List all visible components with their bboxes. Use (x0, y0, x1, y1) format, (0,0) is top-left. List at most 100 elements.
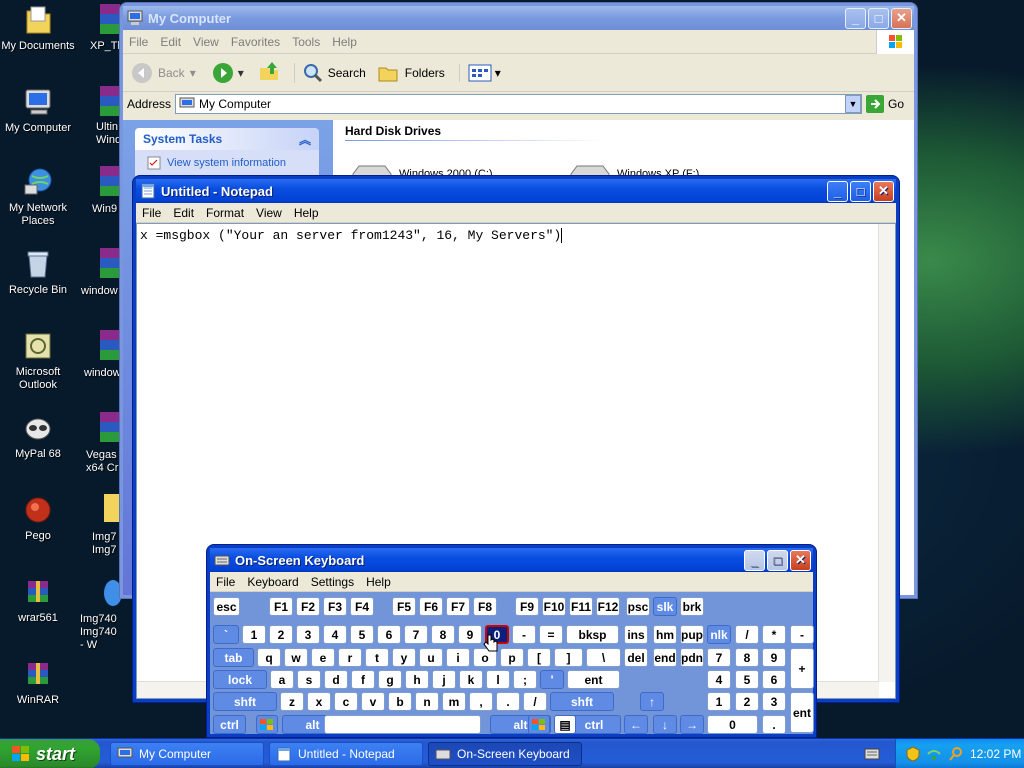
key-symbol[interactable]: ; (513, 670, 537, 689)
key-q[interactable]: q (257, 648, 281, 667)
title-bar[interactable]: Untitled - Notepad _ □ ✕ (136, 179, 896, 203)
key-8[interactable]: 8 (735, 648, 759, 667)
desktop-icon-partial[interactable]: window (81, 285, 121, 298)
clock[interactable]: 12:02 PM (970, 747, 1021, 761)
key-symbol[interactable]: ] (554, 648, 583, 667)
key-4[interactable]: 4 (707, 670, 731, 689)
maximize-button[interactable]: □ (767, 549, 788, 571)
key-symbol[interactable]: = (539, 625, 563, 644)
key-shft[interactable]: shft (550, 692, 614, 711)
key-symbol[interactable]: + (790, 648, 814, 689)
key-j[interactable]: j (432, 670, 456, 689)
desktop-icon-mypal[interactable]: MyPal 68 (0, 412, 76, 461)
key-r[interactable]: r (338, 648, 362, 667)
minimize-button[interactable]: _ (744, 549, 765, 571)
key-9[interactable]: 9 (458, 625, 482, 644)
key-c[interactable]: c (334, 692, 358, 711)
key-symbol[interactable]: / (523, 692, 547, 711)
search-tray-icon[interactable] (948, 746, 964, 762)
menu-view[interactable]: View (250, 206, 288, 220)
desktop-icon-winrar[interactable]: WinRAR (0, 658, 76, 707)
desktop-icon-pego[interactable]: Pego (0, 494, 76, 543)
key-hm[interactable]: hm (653, 625, 677, 644)
desktop-icon-partial[interactable]: Ultin Windo (96, 121, 120, 147)
menu-key[interactable]: ▤ (554, 715, 576, 734)
on-screen-keyboard-window[interactable]: On-Screen Keyboard _ □ ✕ File Keyboard S… (207, 545, 816, 737)
menu-file[interactable]: File (136, 206, 167, 220)
up-folder-button[interactable] (258, 60, 280, 85)
key-shft[interactable]: shft (213, 692, 277, 711)
key-F12[interactable]: F12 (596, 597, 620, 616)
key-symbol[interactable]: ` (213, 625, 239, 644)
key-u[interactable]: u (419, 648, 443, 667)
windows-key-right[interactable] (528, 715, 550, 734)
desktop-icon-partial[interactable]: window (84, 367, 121, 380)
desktop-icon-partial[interactable]: Img7 Img7 (92, 531, 121, 557)
key-lock[interactable]: lock (213, 670, 267, 689)
maximize-button[interactable]: □ (850, 180, 871, 202)
key-F4[interactable]: F4 (350, 597, 374, 616)
forward-button[interactable]: ▾ (212, 62, 244, 84)
menu-format[interactable]: Format (200, 206, 250, 220)
key-m[interactable]: m (442, 692, 466, 711)
key-pup[interactable]: pup (680, 625, 704, 644)
key-symbol[interactable]: → (680, 715, 704, 734)
key-ent[interactable]: ent (567, 670, 620, 689)
address-input[interactable]: My Computer ▼ (175, 94, 862, 114)
key-F2[interactable]: F2 (296, 597, 320, 616)
key-symbol[interactable]: ← (624, 715, 648, 734)
menu-edit[interactable]: Edit (154, 35, 187, 49)
desktop-icon-recycle-bin[interactable]: Recycle Bin (0, 248, 76, 297)
menu-help[interactable]: Help (360, 575, 397, 589)
back-button[interactable]: Back ▾ (131, 62, 196, 84)
desktop-icon-partial[interactable]: Vegas x64 Cr (86, 449, 121, 475)
menu-help[interactable]: Help (326, 35, 363, 49)
key-0[interactable]: 0 (707, 715, 758, 734)
key-F3[interactable]: F3 (323, 597, 347, 616)
views-button[interactable]: ▾ (458, 63, 501, 82)
key-f[interactable]: f (351, 670, 375, 689)
key-4[interactable]: 4 (323, 625, 347, 644)
security-shield-icon[interactable] (906, 746, 920, 762)
menu-keyboard[interactable]: Keyboard (241, 575, 304, 589)
close-button[interactable]: ✕ (873, 180, 894, 202)
key-p[interactable]: p (500, 648, 524, 667)
menu-file[interactable]: File (210, 575, 241, 589)
title-bar[interactable]: On-Screen Keyboard _ □ ✕ (210, 548, 813, 572)
key-7[interactable]: 7 (707, 648, 731, 667)
key-symbol[interactable]: \ (586, 648, 621, 667)
menu-file[interactable]: File (123, 35, 154, 49)
go-button[interactable]: Go (865, 95, 910, 113)
desktop-icon-partial[interactable]: XP_Th (90, 40, 120, 53)
key-symbol[interactable]: ' (540, 670, 564, 689)
key-ins[interactable]: ins (624, 625, 648, 644)
key-F5[interactable]: F5 (392, 597, 416, 616)
key-symbol[interactable]: - (512, 625, 536, 644)
key-esc[interactable]: esc (213, 597, 240, 616)
key-bksp[interactable]: bksp (566, 625, 619, 644)
key-6[interactable]: 6 (762, 670, 786, 689)
maximize-button[interactable]: □ (868, 7, 889, 29)
search-button[interactable]: Search (293, 62, 366, 83)
key-k[interactable]: k (459, 670, 483, 689)
system-tasks-header[interactable]: System Tasks ︽ (135, 128, 319, 150)
address-dropdown-button[interactable]: ▼ (844, 95, 861, 113)
key-F6[interactable]: F6 (419, 597, 443, 616)
key-symbol[interactable]: . (762, 715, 786, 734)
desktop-icon-my-computer[interactable]: My Computer (0, 86, 76, 135)
key-1[interactable]: 1 (707, 692, 731, 711)
desktop-icon-my-documents[interactable]: My Documents (0, 4, 76, 53)
key-symbol[interactable]: [ (527, 648, 551, 667)
key-6[interactable]: 6 (377, 625, 401, 644)
key-8[interactable]: 8 (431, 625, 455, 644)
key-5[interactable]: 5 (350, 625, 374, 644)
taskbar-button-my-computer[interactable]: My Computer (110, 742, 264, 766)
key-l[interactable]: l (486, 670, 510, 689)
key-3[interactable]: 3 (296, 625, 320, 644)
key-F7[interactable]: F7 (446, 597, 470, 616)
key-b[interactable]: b (388, 692, 412, 711)
network-status-icon[interactable] (926, 746, 942, 762)
key-a[interactable]: a (270, 670, 294, 689)
key-h[interactable]: h (405, 670, 429, 689)
key-symbol[interactable]: - (790, 625, 814, 644)
